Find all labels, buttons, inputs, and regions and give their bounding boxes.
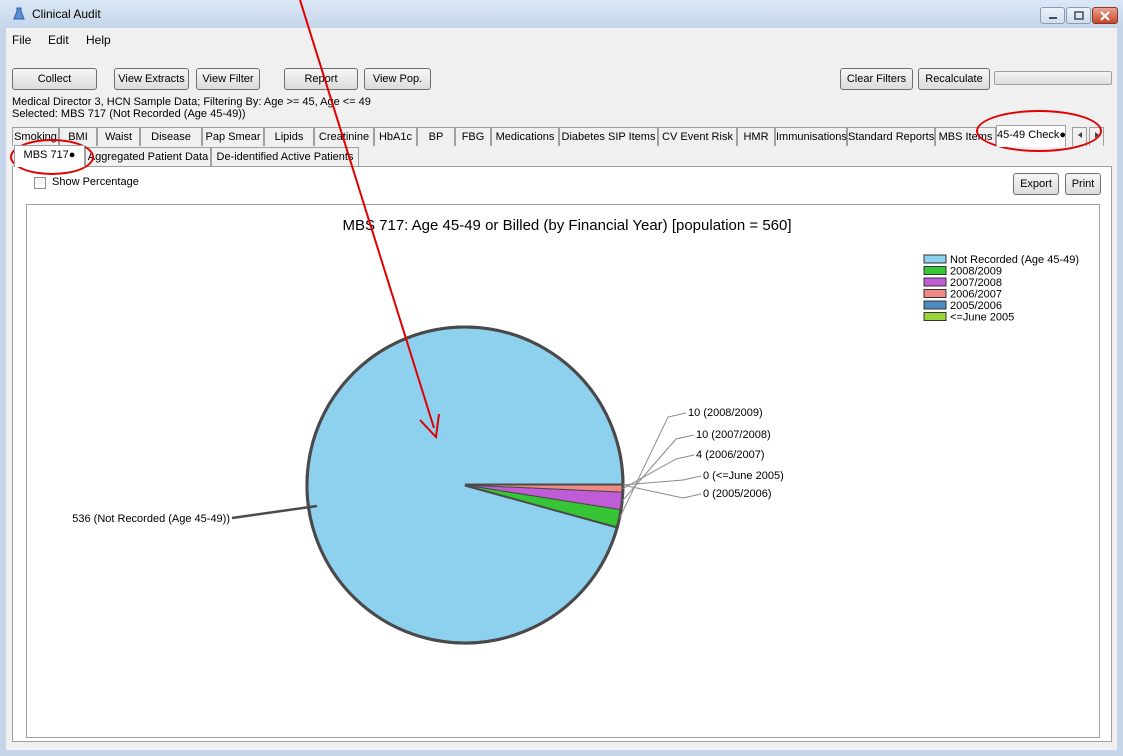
slice-leader-line-5 [622,475,702,486]
legend-swatch-0 [923,254,947,264]
legend-label-1: 2008/2009 [950,266,1002,278]
legend-label-4: 2005/2006 [950,300,1002,312]
pie-chart: MBS 717: Age 45-49 or Billed (by Financi… [72,217,1079,645]
legend-swatch-1 [923,266,947,275]
slice-leader-line-3 [622,454,695,489]
tab-mbs-717[interactable]: MBS 717● [14,145,85,167]
slice-leader-line-0 [231,504,318,520]
slice-label-4: 0 (2005/2006) [703,488,772,500]
slice-label-5: 0 (<=June 2005) [703,470,784,482]
legend-swatch-5 [923,312,947,321]
legend-label-3: 2006/2007 [950,289,1002,301]
chart-title: MBS 717: Age 45-49 or Billed (by Financi… [342,217,791,234]
slice-label-0: 536 (Not Recorded (Age 45-49)) [72,513,230,525]
legend-swatch-2 [923,277,947,287]
tab-45-49-check[interactable]: 45-49 Check● [996,125,1066,147]
legend-swatch-4 [923,300,947,310]
legend-label-0: Not Recorded (Age 45-49) [950,254,1079,266]
slice-label-3: 4 (2006/2007) [696,449,765,461]
slice-label-1: 10 (2008/2009) [688,407,763,419]
slice-label-2: 10 (2007/2008) [696,429,771,441]
legend-label-5: <=June 2005 [950,312,1014,324]
legend-swatch-3 [923,289,947,298]
legend-label-2: 2007/2008 [950,277,1002,289]
